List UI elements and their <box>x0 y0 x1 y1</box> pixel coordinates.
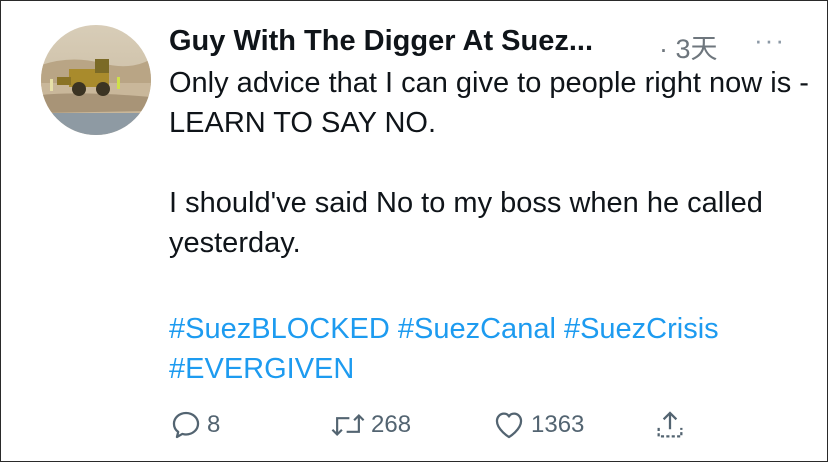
hashtag-evergiven[interactable]: #EVERGIVEN <box>169 353 354 385</box>
reply-button[interactable]: 8 <box>169 405 220 445</box>
tweet-paragraph-2: I should've said No to my boss when he c… <box>169 187 763 259</box>
tweet-paragraph-1: Only advice that I can give to people ri… <box>169 67 809 139</box>
hashtag-list: #SuezBLOCKED #SuezCanal #SuezCrisis #EVE… <box>169 309 809 389</box>
timestamp[interactable]: · 3天 <box>659 27 718 66</box>
hashtag-suezblocked[interactable]: #SuezBLOCKED <box>169 313 390 345</box>
tweet-actions: 8 268 1363 <box>169 405 729 445</box>
more-options-icon[interactable]: ··· <box>754 25 786 56</box>
hashtag-suezcrisis[interactable]: #SuezCrisis <box>564 313 719 345</box>
tweet-card: Guy With The Digger At Suez... · 3天 ··· … <box>0 0 828 462</box>
hashtag-suezcanal[interactable]: #SuezCanal <box>398 313 556 345</box>
heart-icon <box>491 408 527 442</box>
like-count: 1363 <box>531 411 585 438</box>
retweet-button[interactable]: 268 <box>329 405 411 445</box>
like-button[interactable]: 1363 <box>491 405 584 445</box>
reply-count: 8 <box>207 411 221 438</box>
share-icon <box>653 408 687 442</box>
author-name[interactable]: Guy With The Digger At Suez... <box>169 25 593 58</box>
retweet-icon <box>329 408 367 442</box>
tweet-header: Guy With The Digger At Suez... · 3天 ··· <box>169 23 809 66</box>
tweet-text: Only advice that I can give to people ri… <box>169 63 809 263</box>
share-button[interactable] <box>653 405 687 445</box>
retweet-count: 268 <box>371 411 412 438</box>
reply-icon <box>169 408 203 442</box>
avatar[interactable] <box>41 25 151 135</box>
